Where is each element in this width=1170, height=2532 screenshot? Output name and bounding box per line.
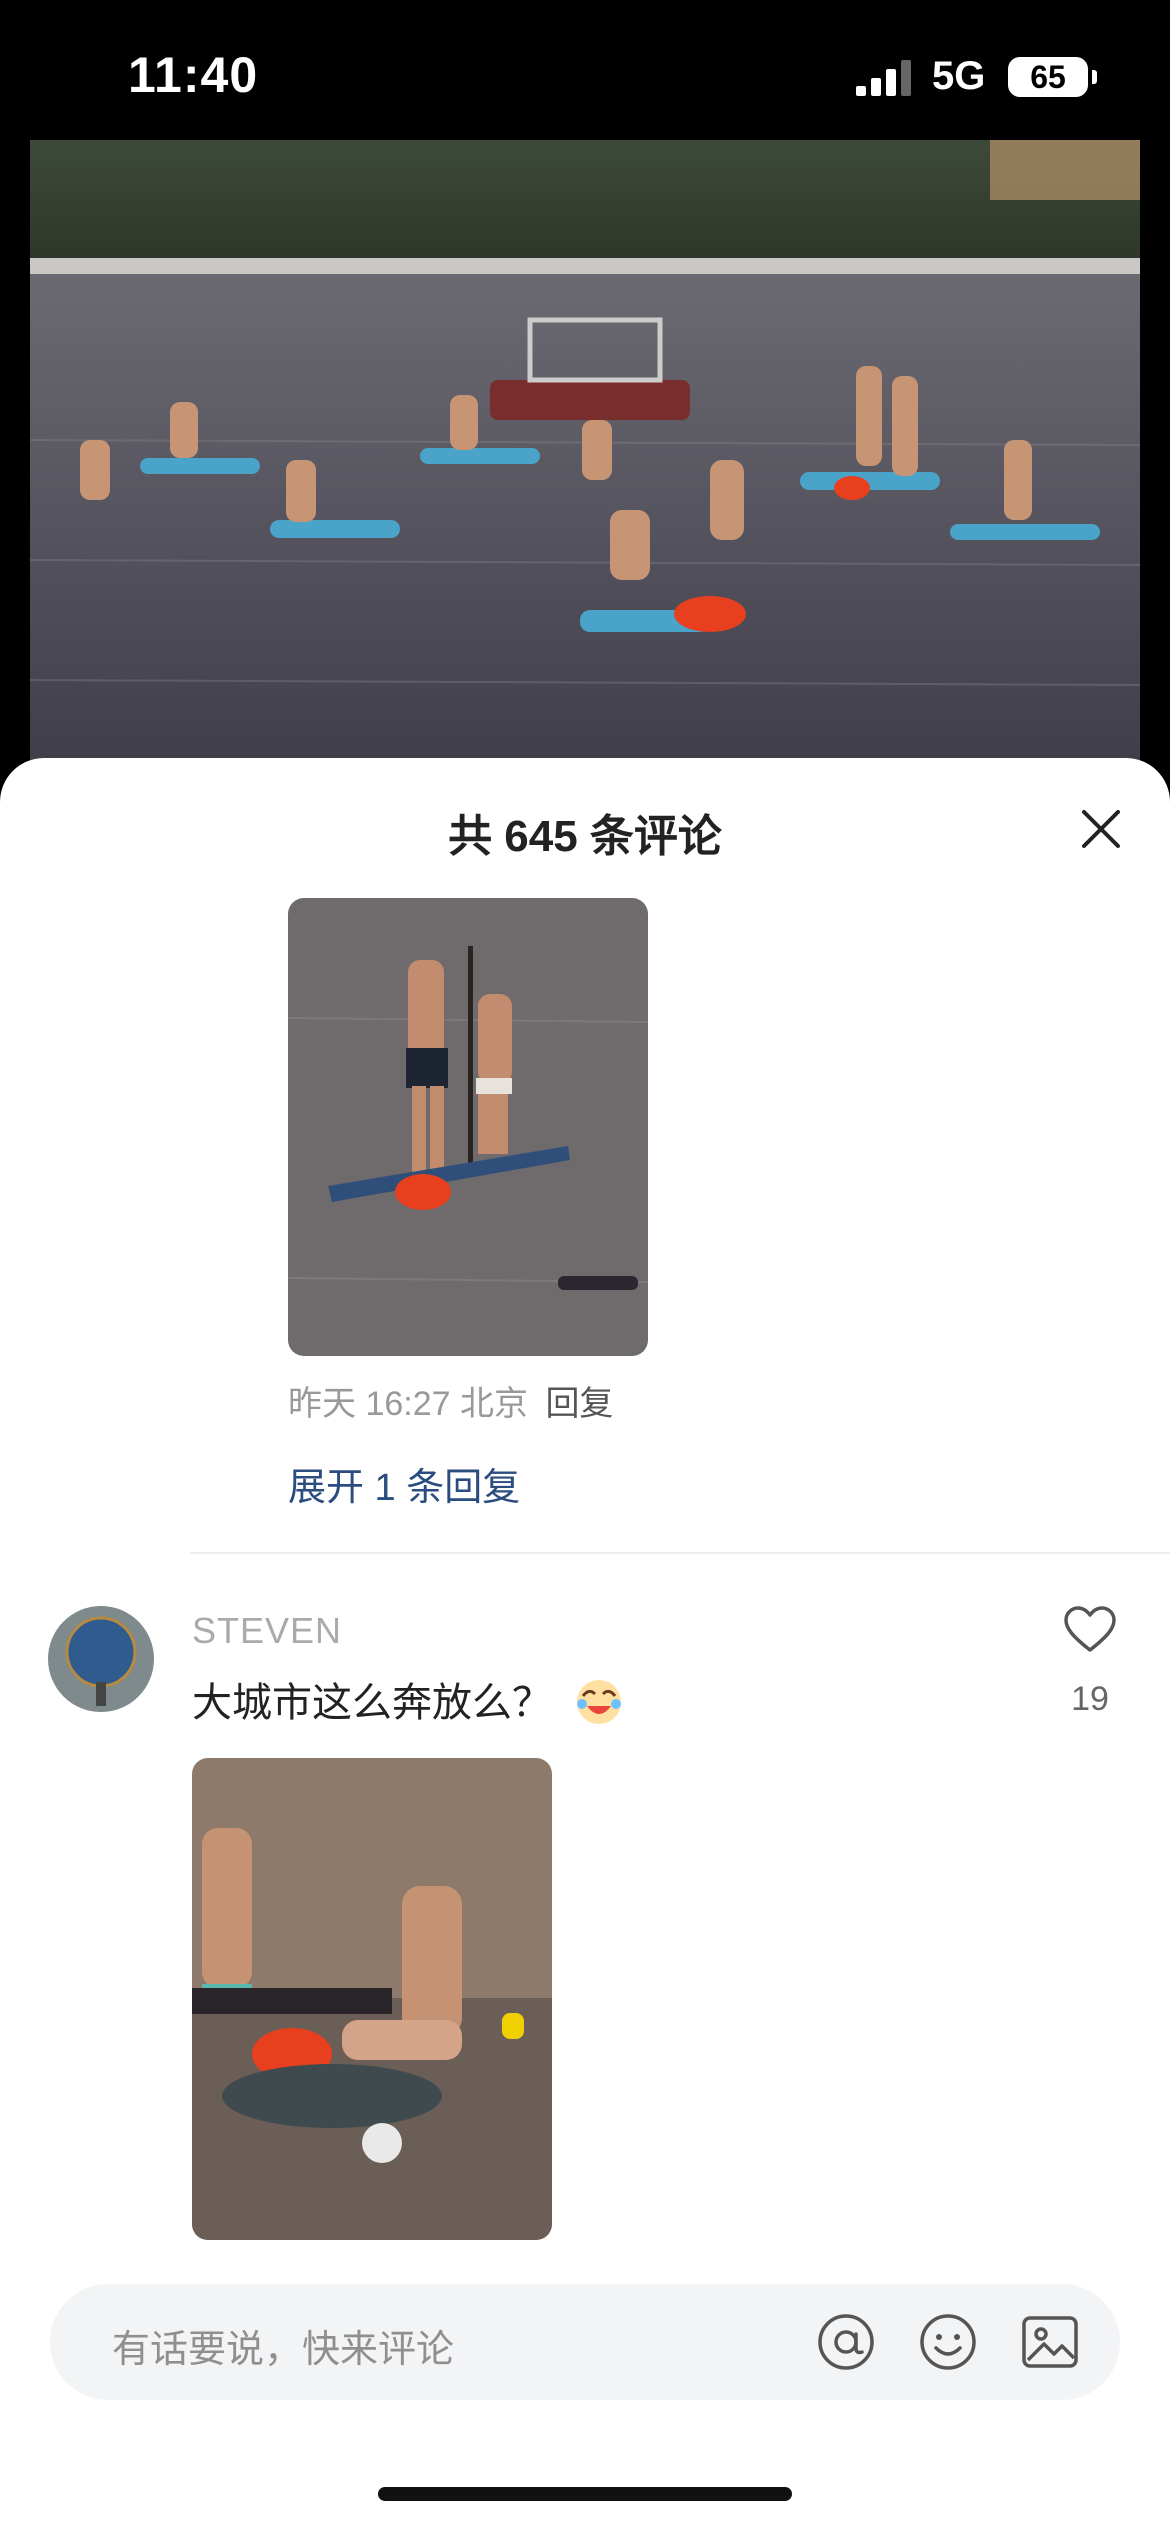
home-indicator[interactable]: [378, 2487, 792, 2501]
close-icon[interactable]: [1078, 806, 1124, 852]
comment-location: 北京: [459, 1385, 528, 1423]
avatar[interactable]: [48, 1606, 154, 1712]
comments-count-title: 共 645 条评论: [448, 812, 722, 861]
status-bar: 11:40 5G 65: [0, 0, 1170, 140]
comment-divider: [190, 1552, 1170, 1554]
crying-laugh-emoji-icon: [577, 1680, 622, 1724]
post-photo[interactable]: [30, 140, 1140, 780]
like-count: 19: [1071, 1680, 1109, 1718]
comment-image[interactable]: [288, 898, 648, 1356]
comment-time: 昨天 16:27: [288, 1385, 451, 1423]
comment-body: 大城市这么奔放么？: [192, 1681, 552, 1725]
expand-replies-button[interactable]: 展开 1 条回复: [288, 1456, 520, 1511]
battery-tip: [1092, 70, 1097, 84]
comment-text: 大城市这么奔放么？: [192, 1670, 625, 1728]
signal-icon: [856, 60, 911, 96]
at-icon[interactable]: [814, 2310, 878, 2374]
battery-icon: 65: [1008, 57, 1088, 97]
status-time: 11:40: [128, 47, 259, 103]
comment-input-placeholder[interactable]: 有话要说，快来评论: [112, 2318, 454, 2373]
heart-icon[interactable]: [1064, 1606, 1116, 1654]
image-icon[interactable]: [1018, 2310, 1082, 2374]
network-label: 5G: [932, 54, 986, 98]
reply-button[interactable]: 回复: [545, 1385, 613, 1423]
emoji-icon[interactable]: [916, 2310, 980, 2374]
comment-meta: 昨天 16:27 北京 回复: [288, 1376, 613, 1425]
comment-username[interactable]: STEVEN: [192, 1610, 342, 1652]
comment-image[interactable]: [192, 1758, 552, 2240]
